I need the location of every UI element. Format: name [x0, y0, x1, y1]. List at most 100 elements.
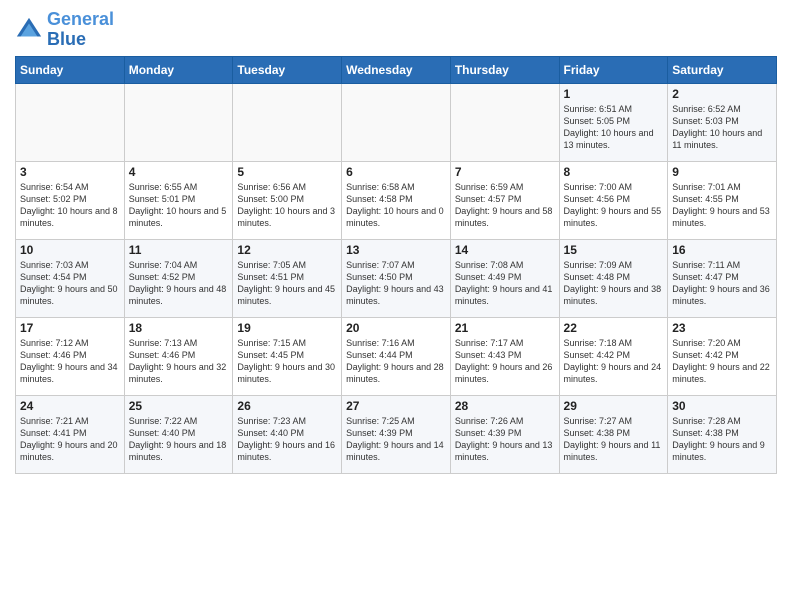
day-number: 3: [20, 165, 120, 179]
col-header-sunday: Sunday: [16, 56, 125, 83]
logo-icon: [15, 16, 43, 44]
day-number: 7: [455, 165, 555, 179]
day-cell: 15 Sunrise: 7:09 AM Sunset: 4:48 PM Dayli…: [559, 239, 668, 317]
day-number: 13: [346, 243, 446, 257]
day-info: Sunrise: 7:16 AM Sunset: 4:44 PM Dayligh…: [346, 337, 446, 386]
day-info: Sunrise: 7:09 AM Sunset: 4:48 PM Dayligh…: [564, 259, 664, 308]
day-info: Sunrise: 7:20 AM Sunset: 4:42 PM Dayligh…: [672, 337, 772, 386]
day-number: 1: [564, 87, 664, 101]
day-cell: 12 Sunrise: 7:05 AM Sunset: 4:51 PM Dayli…: [233, 239, 342, 317]
day-info: Sunrise: 7:11 AM Sunset: 4:47 PM Dayligh…: [672, 259, 772, 308]
week-row-3: 10 Sunrise: 7:03 AM Sunset: 4:54 PM Dayli…: [16, 239, 777, 317]
day-info: Sunrise: 7:04 AM Sunset: 4:52 PM Dayligh…: [129, 259, 229, 308]
day-info: Sunrise: 7:03 AM Sunset: 4:54 PM Dayligh…: [20, 259, 120, 308]
week-row-5: 24 Sunrise: 7:21 AM Sunset: 4:41 PM Dayli…: [16, 395, 777, 473]
day-number: 15: [564, 243, 664, 257]
day-number: 4: [129, 165, 229, 179]
day-number: 11: [129, 243, 229, 257]
col-header-monday: Monday: [124, 56, 233, 83]
day-number: 30: [672, 399, 772, 413]
day-info: Sunrise: 7:27 AM Sunset: 4:38 PM Dayligh…: [564, 415, 664, 464]
day-cell: 13 Sunrise: 7:07 AM Sunset: 4:50 PM Dayli…: [342, 239, 451, 317]
day-number: 5: [237, 165, 337, 179]
day-number: 29: [564, 399, 664, 413]
day-info: Sunrise: 7:21 AM Sunset: 4:41 PM Dayligh…: [20, 415, 120, 464]
day-info: Sunrise: 7:00 AM Sunset: 4:56 PM Dayligh…: [564, 181, 664, 230]
day-number: 6: [346, 165, 446, 179]
day-cell: 17 Sunrise: 7:12 AM Sunset: 4:46 PM Dayli…: [16, 317, 125, 395]
day-info: Sunrise: 7:25 AM Sunset: 4:39 PM Dayligh…: [346, 415, 446, 464]
day-number: 8: [564, 165, 664, 179]
day-cell: 14 Sunrise: 7:08 AM Sunset: 4:49 PM Dayli…: [450, 239, 559, 317]
page: General Blue SundayMondayTuesdayWednesda…: [0, 0, 792, 484]
day-cell: 11 Sunrise: 7:04 AM Sunset: 4:52 PM Dayli…: [124, 239, 233, 317]
day-cell: 23 Sunrise: 7:20 AM Sunset: 4:42 PM Dayli…: [668, 317, 777, 395]
day-cell: 22Sunrise: 7:18 AM Sunset: 4:42 PM Dayli…: [559, 317, 668, 395]
day-number: 23: [672, 321, 772, 335]
day-cell: 26Sunrise: 7:23 AM Sunset: 4:40 PM Dayli…: [233, 395, 342, 473]
day-number: 17: [20, 321, 120, 335]
day-cell: 2 Sunrise: 6:52 AM Sunset: 5:03 PM Daylig…: [668, 83, 777, 161]
col-header-thursday: Thursday: [450, 56, 559, 83]
day-info: Sunrise: 7:12 AM Sunset: 4:46 PM Dayligh…: [20, 337, 120, 386]
day-info: Sunrise: 7:07 AM Sunset: 4:50 PM Dayligh…: [346, 259, 446, 308]
day-info: Sunrise: 7:26 AM Sunset: 4:39 PM Dayligh…: [455, 415, 555, 464]
day-info: Sunrise: 7:08 AM Sunset: 4:49 PM Dayligh…: [455, 259, 555, 308]
day-info: Sunrise: 6:52 AM Sunset: 5:03 PM Dayligh…: [672, 103, 772, 152]
day-info: Sunrise: 7:17 AM Sunset: 4:43 PM Dayligh…: [455, 337, 555, 386]
day-number: 22: [564, 321, 664, 335]
day-number: 2: [672, 87, 772, 101]
week-row-4: 17 Sunrise: 7:12 AM Sunset: 4:46 PM Dayli…: [16, 317, 777, 395]
day-number: 24: [20, 399, 120, 413]
day-cell: 1 Sunrise: 6:51 AM Sunset: 5:05 PM Daylig…: [559, 83, 668, 161]
day-cell: 29 Sunrise: 7:27 AM Sunset: 4:38 PM Dayli…: [559, 395, 668, 473]
day-info: Sunrise: 7:05 AM Sunset: 4:51 PM Dayligh…: [237, 259, 337, 308]
day-cell: 18 Sunrise: 7:13 AM Sunset: 4:46 PM Dayli…: [124, 317, 233, 395]
day-number: 12: [237, 243, 337, 257]
day-number: 20: [346, 321, 446, 335]
day-number: 26: [237, 399, 337, 413]
day-info: Sunrise: 6:59 AM Sunset: 4:57 PM Dayligh…: [455, 181, 555, 230]
day-cell: 25 Sunrise: 7:22 AM Sunset: 4:40 PM Dayli…: [124, 395, 233, 473]
day-info: Sunrise: 7:15 AM Sunset: 4:45 PM Dayligh…: [237, 337, 337, 386]
logo: General Blue: [15, 10, 114, 50]
week-row-1: 1 Sunrise: 6:51 AM Sunset: 5:05 PM Daylig…: [16, 83, 777, 161]
day-cell: 27 Sunrise: 7:25 AM Sunset: 4:39 PM Dayli…: [342, 395, 451, 473]
col-header-wednesday: Wednesday: [342, 56, 451, 83]
calendar-table: SundayMondayTuesdayWednesdayThursdayFrid…: [15, 56, 777, 474]
day-cell: [124, 83, 233, 161]
col-header-friday: Friday: [559, 56, 668, 83]
day-number: 28: [455, 399, 555, 413]
day-number: 19: [237, 321, 337, 335]
day-cell: 9 Sunrise: 7:01 AM Sunset: 4:55 PM Daylig…: [668, 161, 777, 239]
day-info: Sunrise: 7:22 AM Sunset: 4:40 PM Dayligh…: [129, 415, 229, 464]
day-number: 27: [346, 399, 446, 413]
day-cell: [16, 83, 125, 161]
day-cell: 6 Sunrise: 6:58 AM Sunset: 4:58 PM Daylig…: [342, 161, 451, 239]
day-cell: 8 Sunrise: 7:00 AM Sunset: 4:56 PM Daylig…: [559, 161, 668, 239]
day-cell: 10 Sunrise: 7:03 AM Sunset: 4:54 PM Dayli…: [16, 239, 125, 317]
day-cell: 16 Sunrise: 7:11 AM Sunset: 4:47 PM Dayli…: [668, 239, 777, 317]
day-info: Sunrise: 6:58 AM Sunset: 4:58 PM Dayligh…: [346, 181, 446, 230]
day-cell: 4 Sunrise: 6:55 AM Sunset: 5:01 PM Daylig…: [124, 161, 233, 239]
day-number: 16: [672, 243, 772, 257]
day-cell: 19 Sunrise: 7:15 AM Sunset: 4:45 PM Dayli…: [233, 317, 342, 395]
day-info: Sunrise: 7:13 AM Sunset: 4:46 PM Dayligh…: [129, 337, 229, 386]
day-info: Sunrise: 6:55 AM Sunset: 5:01 PM Dayligh…: [129, 181, 229, 230]
day-info: Sunrise: 7:01 AM Sunset: 4:55 PM Dayligh…: [672, 181, 772, 230]
day-cell: 21Sunrise: 7:17 AM Sunset: 4:43 PM Dayli…: [450, 317, 559, 395]
day-cell: 24 Sunrise: 7:21 AM Sunset: 4:41 PM Dayli…: [16, 395, 125, 473]
day-number: 25: [129, 399, 229, 413]
day-number: 10: [20, 243, 120, 257]
day-number: 9: [672, 165, 772, 179]
week-row-2: 3Sunrise: 6:54 AM Sunset: 5:02 PM Daylig…: [16, 161, 777, 239]
day-cell: 20 Sunrise: 7:16 AM Sunset: 4:44 PM Dayli…: [342, 317, 451, 395]
day-number: 14: [455, 243, 555, 257]
logo-text: General Blue: [47, 10, 114, 50]
day-number: 18: [129, 321, 229, 335]
header: General Blue: [15, 10, 777, 50]
day-cell: [450, 83, 559, 161]
day-info: Sunrise: 6:56 AM Sunset: 5:00 PM Dayligh…: [237, 181, 337, 230]
day-info: Sunrise: 7:28 AM Sunset: 4:38 PM Dayligh…: [672, 415, 772, 464]
day-info: Sunrise: 6:51 AM Sunset: 5:05 PM Dayligh…: [564, 103, 664, 152]
